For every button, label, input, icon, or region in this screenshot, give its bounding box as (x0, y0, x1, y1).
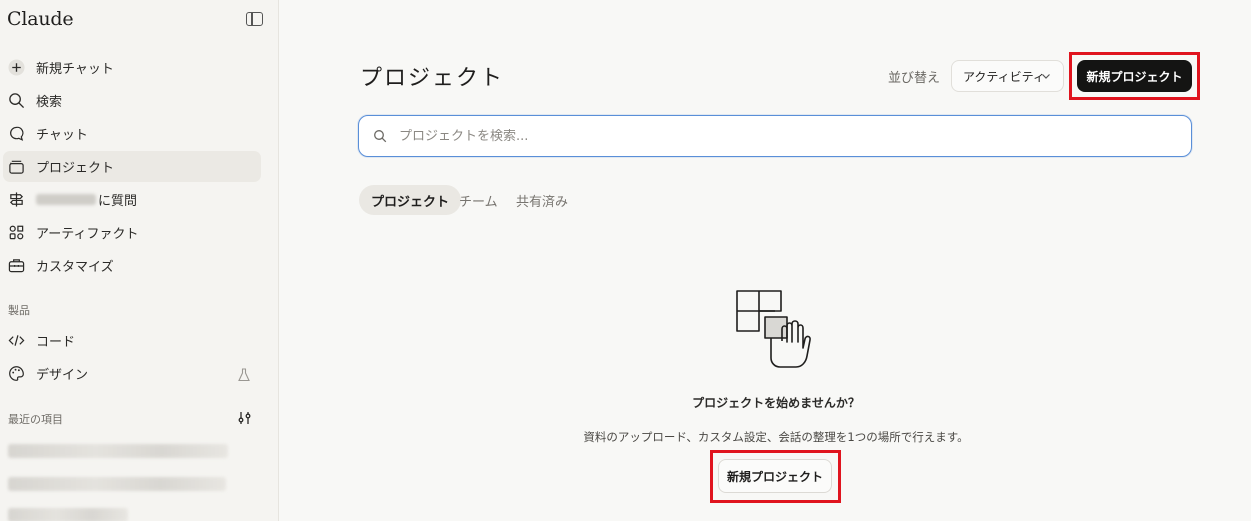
chevron-down-icon (1042, 74, 1050, 79)
empty-state-description: 資料のアップロード、カスタム設定、会話の整理を1つの場所で行えます。 (583, 430, 969, 444)
sidebar-item-code[interactable]: コード (3, 325, 261, 356)
empty-state-title: プロジェクトを始めませんか？ (692, 396, 860, 410)
toolbox-icon (8, 257, 25, 274)
signpost-icon (8, 191, 25, 208)
sidebar-item-label: カスタマイズ (36, 260, 114, 275)
sidebar-toggle-icon[interactable] (246, 12, 263, 26)
new-project-button[interactable]: 新規プロジェクト (1077, 60, 1192, 92)
tab-team[interactable]: チーム (447, 185, 510, 215)
page-title: プロジェクト (360, 66, 505, 91)
sidebar-item-new-chat[interactable]: 新規チャット (3, 52, 261, 83)
sidebar-item-ask[interactable]: に質問 (3, 184, 261, 215)
sidebar-item-label: プロジェクト (36, 161, 115, 176)
sort-label: 並び替え (888, 71, 941, 86)
empty-new-project-button[interactable]: 新規プロジェクト (718, 459, 832, 493)
search-icon (8, 92, 25, 109)
recent-item[interactable] (8, 477, 226, 491)
sidebar-item-artifacts[interactable]: アーティファクト (3, 217, 261, 248)
blurred-name (36, 194, 96, 205)
artifacts-icon (8, 224, 25, 241)
chat-bubble-icon (8, 125, 25, 142)
recent-section-label: 最近の項目 (8, 413, 63, 426)
flask-icon (238, 368, 250, 382)
recent-item[interactable] (8, 444, 228, 458)
sidebar-item-customize[interactable]: カスタマイズ (3, 250, 261, 281)
sidebar-item-label: 新規チャット (36, 62, 114, 77)
search-input[interactable] (399, 128, 1159, 144)
plus-circle-icon (8, 59, 25, 76)
sidebar-item-label: に質問 (98, 194, 138, 209)
tab-projects[interactable]: プロジェクト (359, 185, 462, 215)
recent-item[interactable] (8, 508, 128, 521)
filter-sliders-icon[interactable] (237, 410, 253, 426)
sidebar-item-label: チャット (36, 128, 88, 143)
sort-dropdown[interactable]: アクティビティ (951, 60, 1064, 92)
sidebar-item-search[interactable]: 検索 (3, 85, 261, 116)
sidebar-item-label: 検索 (36, 95, 63, 110)
brand-logo[interactable]: Claude (7, 8, 74, 30)
products-section-label: 製品 (8, 304, 30, 317)
sidebar-item-label: コード (36, 335, 76, 350)
tab-shared[interactable]: 共有済み (504, 185, 580, 215)
sort-value: アクティビティ (963, 69, 1045, 84)
sidebar-item-design[interactable]: デザイン (3, 358, 261, 389)
code-icon (8, 332, 25, 349)
palette-icon (8, 365, 25, 382)
app-window: Claude 新規チャット 検索 チャット プロジェクト に質問 アーティファク… (0, 0, 1251, 521)
sidebar-item-label: デザイン (36, 368, 89, 383)
search-icon (374, 130, 387, 143)
sidebar-item-projects[interactable]: プロジェクト (3, 151, 261, 182)
project-search-box[interactable] (358, 115, 1192, 157)
sidebar-item-chats[interactable]: チャット (3, 118, 261, 149)
sidebar-item-label: アーティファクト (36, 227, 139, 242)
folder-stack-icon (8, 158, 25, 175)
sidebar: Claude 新規チャット 検索 チャット プロジェクト に質問 アーティファク… (0, 0, 279, 521)
project-grid-hand-icon (736, 290, 811, 368)
